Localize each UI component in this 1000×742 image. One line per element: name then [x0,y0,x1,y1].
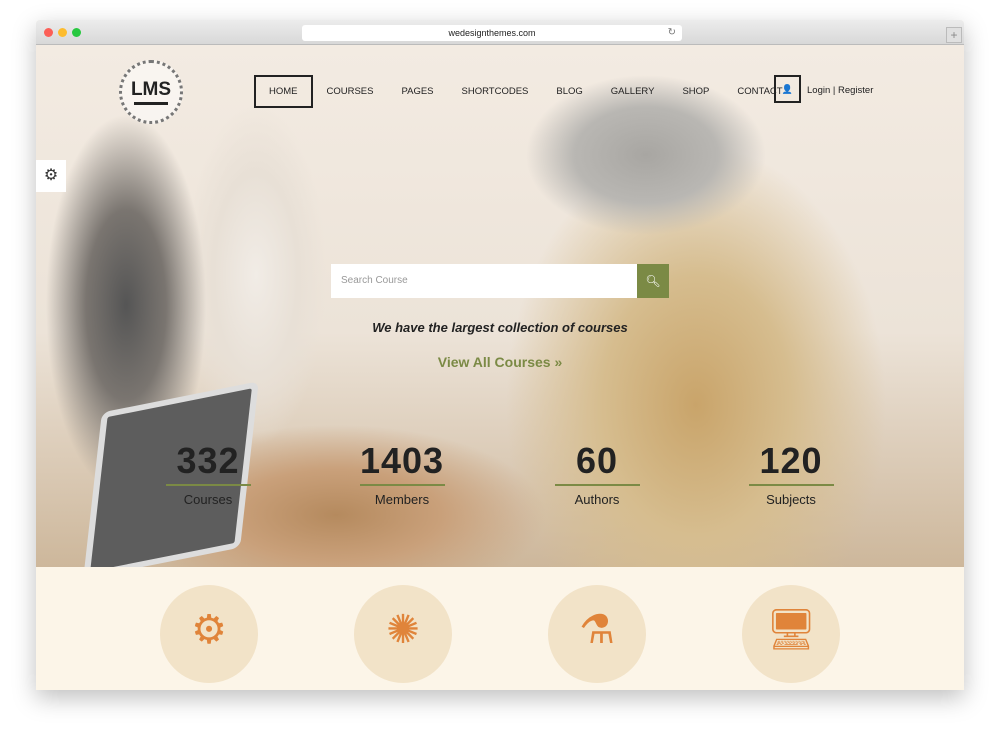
search-button[interactable]: 🔍︎ [637,264,669,298]
nav-home[interactable]: HOME [254,75,313,108]
close-window-button[interactable] [44,28,53,37]
view-all-courses-link[interactable]: View All Courses » [36,354,964,370]
nav-pages[interactable]: PAGES [401,86,433,97]
logo-text: LMS [130,79,172,100]
browser-window: wedesignthemes.com ↻ + LMS HOME COURSES P… [36,20,964,690]
head-gears-icon: ⚙ [160,585,258,683]
site-logo[interactable]: LMS [119,60,183,124]
hero-tagline: We have the largest collection of course… [372,320,628,335]
stat-value: 60 [575,440,619,481]
url-text: wedesignthemes.com [448,28,536,38]
stat-label: Courses [183,492,233,507]
search-input[interactable]: Search Course [331,264,637,298]
stat-label: Subjects [766,492,816,507]
stat-courses: 332 Courses [148,440,268,507]
stat-value: 332 [176,440,240,481]
login-link[interactable]: Login [807,85,830,96]
new-tab-button[interactable]: + [946,27,962,43]
reload-icon[interactable]: ↻ [668,25,676,41]
network-person-icon: ✺ [354,585,452,683]
stat-label: Members [374,492,430,507]
stat-value: 120 [759,440,823,481]
flask-icon: ⚗ [548,585,646,683]
main-nav: HOME COURSES PAGES SHORTCODES BLOG GALLE… [254,75,811,108]
nav-shortcodes[interactable]: SHORTCODES [462,86,529,97]
browser-titlebar: wedesignthemes.com ↻ + [36,20,964,45]
double-chevron-right-icon: » [554,354,563,370]
stat-label: Authors [574,492,620,507]
settings-gears-icon[interactable]: ⚙ [36,160,66,192]
nav-blog[interactable]: BLOG [556,86,582,97]
cta-label: View All Courses [437,354,551,370]
monitor-brush-icon: 🖥︎ [742,585,840,683]
auth-links: Login | Register [807,85,873,96]
auth-separator: | [832,85,836,96]
maximize-window-button[interactable] [72,28,81,37]
stat-subjects: 120 Subjects [731,440,851,507]
nav-shop[interactable]: SHOP [682,86,709,97]
address-bar[interactable]: wedesignthemes.com ↻ [302,25,682,41]
register-link[interactable]: Register [838,85,873,96]
stat-members: 1403 Members [342,440,462,507]
user-icon[interactable]: 👤 [774,75,801,103]
hero-section: LMS HOME COURSES PAGES SHORTCODES BLOG G… [36,45,964,567]
stat-value: 1403 [359,440,445,481]
nav-courses[interactable]: COURSES [327,86,374,97]
nav-gallery[interactable]: GALLERY [611,86,655,97]
search-icon: 🔍︎ [645,274,661,288]
minimize-window-button[interactable] [58,28,67,37]
stat-authors: 60 Authors [537,440,657,507]
